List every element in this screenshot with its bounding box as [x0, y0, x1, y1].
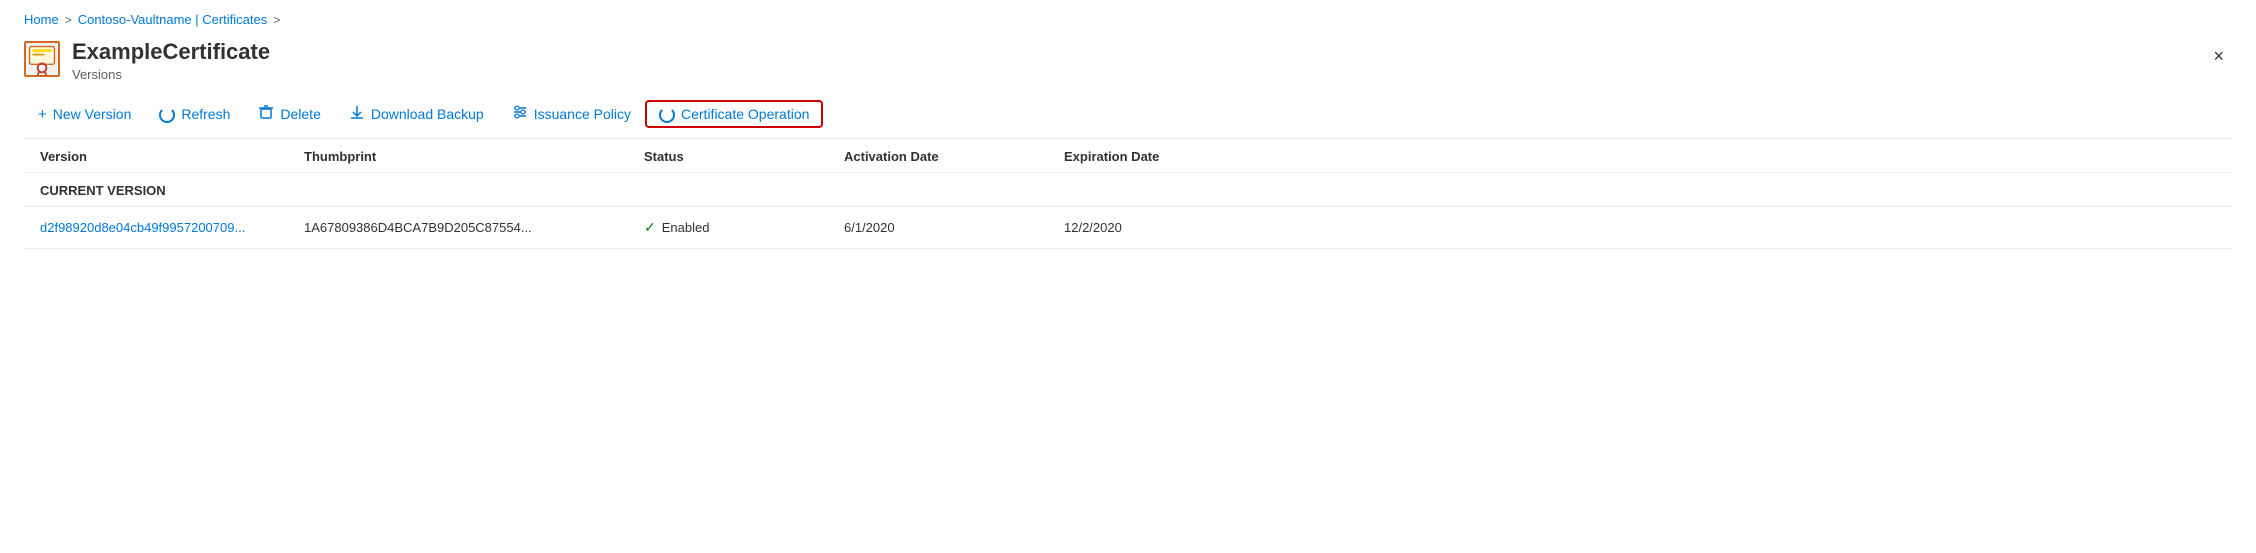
col-thumbprint: Thumbprint [304, 149, 644, 164]
delete-button[interactable]: Delete [244, 98, 334, 130]
page-subtitle: Versions [72, 67, 270, 82]
delete-label: Delete [280, 106, 320, 122]
status-value: Enabled [662, 220, 710, 235]
breadcrumb-vault[interactable]: Contoso-Vaultname | Certificates [78, 12, 268, 27]
cell-status: ✓ Enabled [644, 219, 844, 236]
toolbar: + New Version Refresh Delete [24, 90, 2232, 139]
new-version-button[interactable]: + New Version [24, 100, 145, 129]
title-section: ExampleCertificate Versions [24, 39, 270, 82]
col-activation-date: Activation Date [844, 149, 1064, 164]
certificate-operation-icon [659, 107, 675, 123]
download-backup-button[interactable]: Download Backup [335, 98, 498, 130]
download-icon [349, 104, 365, 124]
download-backup-label: Download Backup [371, 106, 484, 122]
breadcrumb-separator-2: > [273, 13, 280, 27]
certificate-icon [24, 41, 60, 77]
table-row: d2f98920d8e04cb49f9957200709... 1A678093… [24, 207, 2232, 249]
check-icon: ✓ [644, 219, 656, 236]
page-title: ExampleCertificate [72, 39, 270, 65]
delete-icon [258, 104, 274, 124]
col-expiration-date: Expiration Date [1064, 149, 1264, 164]
col-status: Status [644, 149, 844, 164]
col-version: Version [24, 149, 304, 164]
certificate-operation-button[interactable]: Certificate Operation [645, 100, 823, 128]
issuance-policy-label: Issuance Policy [534, 106, 631, 122]
close-button[interactable]: × [2205, 43, 2232, 69]
plus-icon: + [38, 106, 47, 123]
new-version-label: New Version [53, 106, 132, 122]
header-row: ExampleCertificate Versions × [24, 39, 2232, 82]
refresh-label: Refresh [181, 106, 230, 122]
cell-thumbprint: 1A67809386D4BCA7B9D205C87554... [304, 220, 644, 235]
cell-version[interactable]: d2f98920d8e04cb49f9957200709... [24, 220, 304, 235]
table-header: Version Thumbprint Status Activation Dat… [24, 139, 2232, 173]
issuance-policy-icon [512, 104, 528, 124]
breadcrumb-home[interactable]: Home [24, 12, 59, 27]
certificate-operation-label: Certificate Operation [681, 106, 809, 122]
refresh-button[interactable]: Refresh [145, 100, 244, 128]
cell-expiration-date: 12/2/2020 [1064, 220, 1264, 235]
section-label: CURRENT VERSION [24, 173, 2232, 207]
table-container: Version Thumbprint Status Activation Dat… [24, 139, 2232, 249]
breadcrumb: Home > Contoso-Vaultname | Certificates … [24, 12, 2232, 27]
refresh-icon [159, 107, 175, 123]
cell-activation-date: 6/1/2020 [844, 220, 1064, 235]
issuance-policy-button[interactable]: Issuance Policy [498, 98, 645, 130]
breadcrumb-separator-1: > [65, 13, 72, 27]
title-text: ExampleCertificate Versions [72, 39, 270, 82]
